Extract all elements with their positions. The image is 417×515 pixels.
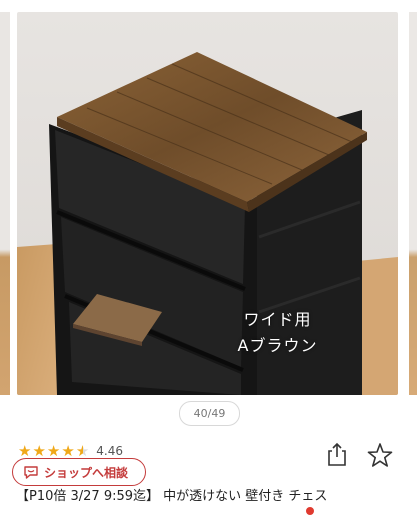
next-slide-peek[interactable]	[409, 12, 417, 395]
star-outline-icon	[367, 443, 393, 467]
star-icon: ★	[46, 441, 61, 460]
favorite-button[interactable]	[367, 442, 393, 468]
star-icon: ★	[32, 441, 46, 460]
notification-dot	[306, 507, 314, 515]
product-image[interactable]: ワイド用 Aブラウン	[17, 12, 398, 395]
star-icon: ★	[18, 441, 32, 460]
rating-value: 4.46	[96, 444, 123, 458]
share-button[interactable]	[325, 441, 349, 467]
image-carousel[interactable]: ワイド用 Aブラウン	[0, 0, 417, 400]
slide-caption-line2: Aブラウン	[237, 336, 318, 355]
star-icon: ★	[61, 441, 75, 460]
chat-bubble-icon	[24, 466, 38, 479]
shop-consult-button[interactable]: ショップへ相談	[12, 458, 146, 486]
product-title[interactable]: 【P10倍 3/27 9:59迄】 中が透けない 壁付き チェス	[16, 485, 416, 504]
image-page-counter: 40/49	[179, 401, 240, 426]
slide-caption-line1: ワイド用	[243, 310, 312, 329]
half-star-icon: ★	[75, 441, 90, 460]
bottom-divider	[0, 505, 417, 512]
shop-consult-label: ショップへ相談	[44, 465, 129, 480]
share-icon	[328, 442, 346, 466]
previous-slide-peek[interactable]	[0, 12, 10, 395]
